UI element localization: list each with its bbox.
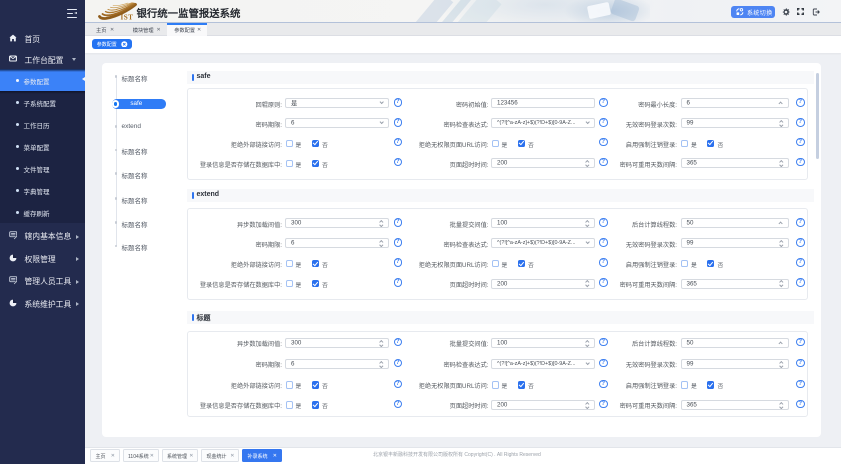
svg-text:IST: IST	[121, 14, 134, 22]
